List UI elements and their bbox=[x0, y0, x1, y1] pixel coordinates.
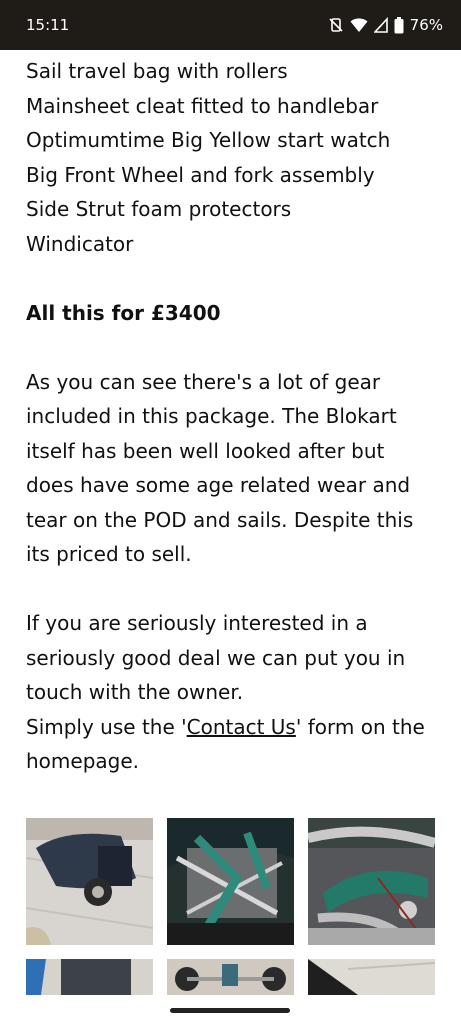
gallery-thumbnail[interactable] bbox=[26, 959, 153, 995]
description-line: itself has been well looked after but bbox=[26, 438, 385, 463]
battery-percent: 76% bbox=[409, 16, 443, 34]
list-item: Sail travel bag with rollers bbox=[26, 59, 288, 83]
contact-suffix: ' form on the bbox=[295, 714, 425, 739]
description-paragraph: As you can see there's a lot of gear inc… bbox=[26, 365, 441, 572]
equipment-list: Sail travel bag with rollers Mainsheet c… bbox=[26, 54, 441, 261]
interest-line: touch with the owner. bbox=[26, 680, 244, 704]
list-item: Optimumtime Big Yellow start watch bbox=[26, 128, 391, 152]
battery-icon bbox=[394, 16, 404, 34]
cell-signal-icon bbox=[373, 17, 388, 33]
list-item: Big Front Wheel and fork assembly bbox=[26, 162, 375, 187]
wifi-icon bbox=[350, 17, 368, 33]
list-item: Windicator bbox=[26, 231, 134, 256]
article-body: Sail travel bag with rollers Mainsheet c… bbox=[26, 54, 441, 779]
contact-prefix: Simply use the ' bbox=[26, 714, 187, 739]
list-item: Side Strut foam protectors bbox=[26, 197, 292, 221]
description-line: included in this package. The Blokart bbox=[26, 404, 397, 428]
home-indicator[interactable] bbox=[170, 1008, 290, 1013]
gallery-thumbnail[interactable] bbox=[308, 818, 435, 945]
gallery-thumbnail[interactable] bbox=[167, 818, 294, 945]
gallery-thumbnail[interactable] bbox=[308, 959, 435, 995]
gallery-thumbnail[interactable] bbox=[167, 959, 294, 995]
contact-line-2: homepage. bbox=[26, 749, 140, 773]
description-line: As you can see there's a lot of gear bbox=[26, 369, 381, 394]
description-line: does have some age related wear and bbox=[26, 473, 411, 497]
status-bar: 15:11 76% bbox=[0, 0, 461, 50]
status-time: 15:11 bbox=[26, 16, 70, 34]
list-item: Mainsheet cleat fitted to handlebar bbox=[26, 93, 379, 118]
interest-paragraph: If you are seriously interested in a ser… bbox=[26, 606, 441, 779]
status-icons: 76% bbox=[328, 16, 443, 34]
gallery-thumbnail[interactable] bbox=[26, 818, 153, 945]
description-line: tear on the POD and sails. Despite this bbox=[26, 507, 414, 532]
mute-vibrate-icon bbox=[328, 17, 344, 33]
contact-line: Simply use the 'Contact Us' form on the bbox=[26, 710, 441, 745]
contact-us-link[interactable]: Contact Us bbox=[187, 715, 296, 739]
interest-line: seriously good deal we can put you in bbox=[26, 645, 406, 670]
price-line: All this for £3400 bbox=[26, 300, 221, 325]
interest-line: If you are seriously interested in a bbox=[26, 611, 368, 635]
description-line: its priced to sell. bbox=[26, 542, 192, 566]
photo-gallery bbox=[26, 818, 436, 1009]
